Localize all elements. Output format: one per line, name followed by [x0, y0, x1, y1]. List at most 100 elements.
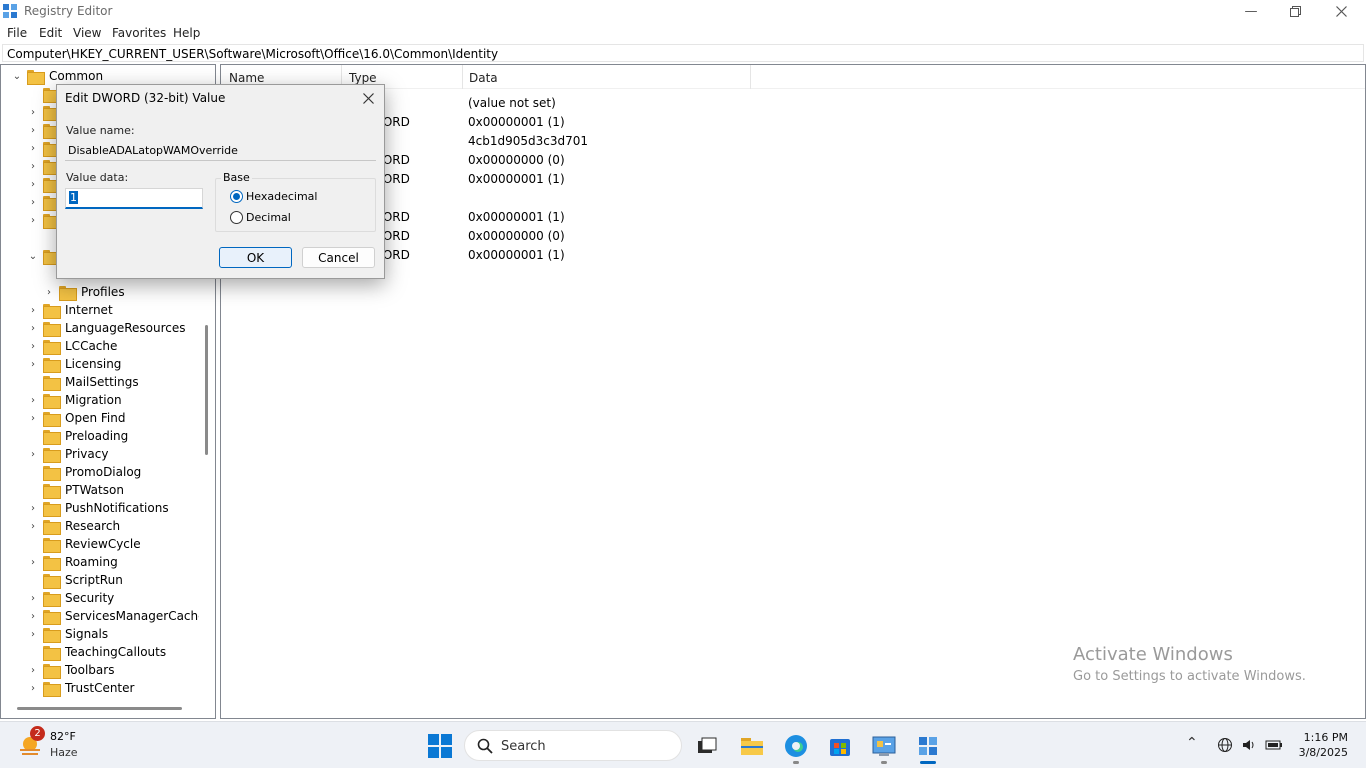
- chevron-right-icon[interactable]: [27, 430, 39, 442]
- chevron-right-icon[interactable]: ›: [27, 178, 39, 190]
- tree-item[interactable]: › Signals: [27, 625, 108, 643]
- chevron-right-icon[interactable]: [27, 538, 39, 550]
- tree-item[interactable]: MailSettings: [27, 373, 139, 391]
- tree-item[interactable]: › Open Find: [27, 409, 125, 427]
- chevron-right-icon[interactable]: ›: [27, 196, 39, 208]
- chevron-right-icon[interactable]: ›: [43, 286, 55, 298]
- decimal-radio[interactable]: [230, 211, 243, 224]
- ok-button[interactable]: OK: [219, 247, 292, 268]
- list-row[interactable]: Z(value not set): [221, 93, 1365, 112]
- tree-item-profiles[interactable]: › Profiles: [43, 283, 125, 301]
- values-list[interactable]: Name Type Data Z(value not set)WORD0x000…: [220, 64, 1366, 719]
- tree-item[interactable]: TeachingCallouts: [27, 643, 166, 661]
- menu-help[interactable]: Help: [173, 26, 200, 40]
- list-row[interactable]: WORD 0x00000001 (1): [221, 245, 1365, 264]
- chevron-right-icon[interactable]: ›: [27, 340, 39, 352]
- tree-item[interactable]: › Research: [27, 517, 120, 535]
- tree-item[interactable]: › TrustCenter: [27, 679, 134, 697]
- cancel-button[interactable]: Cancel: [302, 247, 375, 268]
- minimize-button[interactable]: —: [1228, 0, 1274, 22]
- windows-start-icon[interactable]: [427, 733, 453, 759]
- chevron-right-icon[interactable]: ›: [27, 502, 39, 514]
- menu-edit[interactable]: Edit: [39, 26, 62, 40]
- chevron-right-icon[interactable]: [27, 376, 39, 388]
- column-divider[interactable]: [462, 65, 463, 89]
- list-row[interactable]: WORD 0x00000001 (1): [221, 169, 1365, 188]
- tree-item[interactable]: › Toolbars: [27, 661, 114, 679]
- battery-icon[interactable]: [1265, 737, 1283, 753]
- tree-item[interactable]: › Privacy: [27, 445, 108, 463]
- clock[interactable]: 1:16 PM 3/8/2025: [1299, 730, 1348, 760]
- tree-item[interactable]: › ServicesManagerCache: [27, 607, 206, 625]
- column-type[interactable]: Type: [349, 71, 377, 85]
- list-row[interactable]: WORD 0x00000000 (0): [221, 150, 1365, 169]
- volume-icon[interactable]: [1241, 737, 1257, 753]
- network-globe-icon[interactable]: [1217, 737, 1233, 753]
- chevron-right-icon[interactable]: ›: [27, 322, 39, 334]
- task-view-icon[interactable]: [694, 733, 720, 759]
- chevron-right-icon[interactable]: ›: [27, 412, 39, 424]
- column-data[interactable]: Data: [469, 71, 498, 85]
- list-row[interactable]: WORD 0x00000000 (0): [221, 226, 1365, 245]
- menu-view[interactable]: View: [73, 26, 101, 40]
- tree-horizontal-scrollbar[interactable]: [17, 707, 182, 710]
- tree-item[interactable]: › Internet: [27, 301, 113, 319]
- chevron-right-icon[interactable]: ›: [27, 160, 39, 172]
- list-row[interactable]: Z4cb1d905d3c3d701: [221, 131, 1365, 150]
- chevron-right-icon[interactable]: ›: [27, 556, 39, 568]
- menu-file[interactable]: File: [7, 26, 27, 40]
- chevron-right-icon[interactable]: ›: [27, 664, 39, 676]
- tree-item[interactable]: › Security: [27, 589, 114, 607]
- file-explorer-icon[interactable]: [739, 733, 765, 759]
- tree-item[interactable]: ReviewCycle: [27, 535, 141, 553]
- chevron-right-icon[interactable]: ›: [27, 358, 39, 370]
- chevron-right-icon[interactable]: ›: [27, 592, 39, 604]
- column-divider[interactable]: [750, 65, 751, 89]
- edge-browser-icon[interactable]: [783, 733, 809, 759]
- close-button[interactable]: [1318, 0, 1364, 22]
- list-row[interactable]: WORD 0x00000001 (1): [221, 112, 1365, 131]
- chevron-right-icon[interactable]: ›: [27, 628, 39, 640]
- menu-favorites[interactable]: Favorites: [112, 26, 166, 40]
- restore-button[interactable]: [1272, 0, 1318, 22]
- address-bar[interactable]: Computer\HKEY_CURRENT_USER\Software\Micr…: [2, 44, 1364, 62]
- chevron-up-icon[interactable]: ⌃: [1186, 735, 1198, 751]
- chevron-right-icon[interactable]: ›: [27, 448, 39, 460]
- chevron-down-icon[interactable]: ⌄: [27, 250, 39, 262]
- chevron-right-icon[interactable]: ›: [27, 682, 39, 694]
- chevron-right-icon[interactable]: ›: [27, 142, 39, 154]
- tree-item[interactable]: › Migration: [27, 391, 122, 409]
- chevron-right-icon[interactable]: [27, 88, 39, 100]
- dialog-close-button[interactable]: [358, 87, 378, 109]
- tree-item[interactable]: ScriptRun: [27, 571, 123, 589]
- chevron-right-icon[interactable]: ›: [27, 304, 39, 316]
- tree-item[interactable]: › Roaming: [27, 553, 118, 571]
- control-panel-icon[interactable]: [871, 733, 897, 759]
- chevron-right-icon[interactable]: ›: [27, 610, 39, 622]
- decimal-label[interactable]: Decimal: [246, 211, 291, 224]
- chevron-right-icon[interactable]: [27, 574, 39, 586]
- microsoft-store-icon[interactable]: [827, 733, 853, 759]
- tree-item[interactable]: › PushNotifications: [27, 499, 169, 517]
- chevron-right-icon[interactable]: ›: [27, 214, 39, 226]
- tree-item[interactable]: PTWatson: [27, 481, 124, 499]
- chevron-right-icon[interactable]: ›: [27, 394, 39, 406]
- taskbar-search[interactable]: Search: [464, 730, 682, 761]
- hexadecimal-label[interactable]: Hexadecimal: [246, 190, 317, 203]
- scrollbar-thumb[interactable]: [205, 325, 208, 455]
- tree-item[interactable]: › LCCache: [27, 337, 117, 355]
- value-data-input[interactable]: 1: [65, 188, 203, 209]
- list-row[interactable]: Z: [221, 188, 1365, 207]
- chevron-right-icon[interactable]: ›: [27, 106, 39, 118]
- chevron-right-icon[interactable]: [27, 466, 39, 478]
- chevron-right-icon[interactable]: ›: [27, 124, 39, 136]
- tree-item[interactable]: › Licensing: [27, 355, 121, 373]
- column-name[interactable]: Name: [229, 71, 264, 85]
- chevron-right-icon[interactable]: ›: [27, 520, 39, 532]
- chevron-right-icon[interactable]: [27, 484, 39, 496]
- tree-item[interactable]: › LanguageResources: [27, 319, 186, 337]
- tree-item[interactable]: Preloading: [27, 427, 128, 445]
- hexadecimal-radio[interactable]: [230, 190, 243, 203]
- registry-editor-taskbar-icon[interactable]: [915, 733, 941, 759]
- list-row[interactable]: WORD 0x00000001 (1): [221, 207, 1365, 226]
